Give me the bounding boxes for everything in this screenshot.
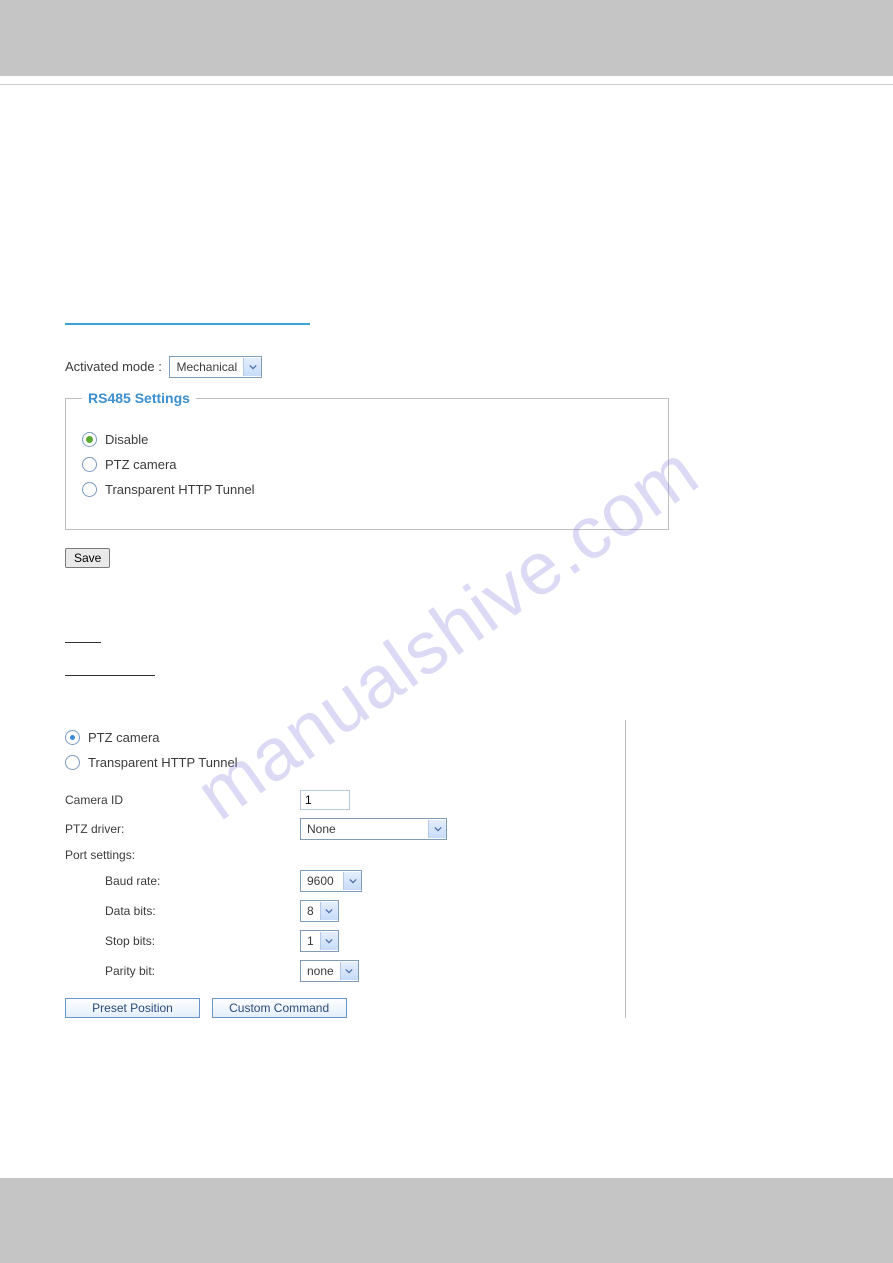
baud-rate-label: Baud rate: bbox=[65, 874, 300, 888]
ptz-tunnel-label: Transparent HTTP Tunnel bbox=[88, 755, 238, 770]
parity-label: Parity bit: bbox=[65, 964, 300, 978]
rs485-fieldset: RS485 Settings Disable PTZ camera Transp… bbox=[65, 390, 669, 530]
chevron-down-icon bbox=[343, 872, 361, 890]
rs485-disable-label: Disable bbox=[105, 432, 148, 447]
rs485-option-ptz[interactable]: PTZ camera bbox=[82, 457, 652, 472]
ptz-driver-select[interactable]: None bbox=[300, 818, 447, 840]
ptz-ptz-label: PTZ camera bbox=[88, 730, 160, 745]
data-bits-label: Data bits: bbox=[65, 904, 300, 918]
custom-command-button[interactable]: Custom Command bbox=[212, 998, 347, 1018]
section-title bbox=[65, 295, 310, 325]
activated-mode-row: Activated mode : Mechanical bbox=[65, 356, 828, 378]
camera-id-input[interactable] bbox=[300, 790, 350, 810]
activated-mode-label: Activated mode : bbox=[65, 359, 162, 374]
data-bits-value: 8 bbox=[301, 904, 320, 918]
preset-position-button[interactable]: Preset Position bbox=[65, 998, 200, 1018]
ptz-driver-label: PTZ driver: bbox=[65, 822, 300, 836]
parity-row: Parity bit: none bbox=[65, 960, 605, 982]
camera-id-label: Camera ID bbox=[65, 793, 300, 807]
parity-select[interactable]: none bbox=[300, 960, 359, 982]
activated-mode-select[interactable]: Mechanical bbox=[169, 356, 262, 378]
ptz-option-tunnel[interactable]: Transparent HTTP Tunnel bbox=[65, 755, 605, 770]
chevron-down-icon bbox=[340, 962, 358, 980]
parity-value: none bbox=[301, 964, 340, 978]
ptz-driver-value: None bbox=[301, 822, 342, 836]
activated-mode-value: Mechanical bbox=[170, 360, 243, 374]
header-bar bbox=[0, 0, 893, 76]
stop-bits-value: 1 bbox=[301, 934, 320, 948]
baud-rate-select[interactable]: 9600 bbox=[300, 870, 362, 892]
rs485-ptz-label: PTZ camera bbox=[105, 457, 177, 472]
radio-icon bbox=[65, 730, 80, 745]
chevron-down-icon bbox=[320, 932, 338, 950]
radio-icon bbox=[82, 457, 97, 472]
baud-rate-row: Baud rate: 9600 bbox=[65, 870, 605, 892]
subheading-2 bbox=[65, 657, 155, 676]
port-settings-row: Port settings: bbox=[65, 848, 605, 862]
rs485-tunnel-label: Transparent HTTP Tunnel bbox=[105, 482, 255, 497]
rs485-option-disable[interactable]: Disable bbox=[82, 432, 652, 447]
radio-icon bbox=[65, 755, 80, 770]
port-settings-label: Port settings: bbox=[65, 848, 300, 862]
stop-bits-row: Stop bits: 1 bbox=[65, 930, 605, 952]
save-button[interactable]: Save bbox=[65, 548, 110, 568]
footer-bar bbox=[0, 1178, 893, 1263]
rs485-option-tunnel[interactable]: Transparent HTTP Tunnel bbox=[82, 482, 652, 497]
chevron-down-icon bbox=[428, 820, 446, 838]
rs485-legend: RS485 Settings bbox=[82, 390, 196, 406]
radio-icon bbox=[82, 432, 97, 447]
subheading-1 bbox=[65, 623, 101, 643]
radio-icon bbox=[82, 482, 97, 497]
ptz-option-ptz[interactable]: PTZ camera bbox=[65, 730, 605, 745]
baud-rate-value: 9600 bbox=[301, 874, 340, 888]
chevron-down-icon bbox=[320, 902, 338, 920]
ptz-driver-row: PTZ driver: None bbox=[65, 818, 605, 840]
camera-id-row: Camera ID bbox=[65, 790, 605, 810]
data-bits-select[interactable]: 8 bbox=[300, 900, 339, 922]
data-bits-row: Data bits: 8 bbox=[65, 900, 605, 922]
stop-bits-label: Stop bits: bbox=[65, 934, 300, 948]
chevron-down-icon bbox=[243, 358, 261, 376]
stop-bits-select[interactable]: 1 bbox=[300, 930, 339, 952]
